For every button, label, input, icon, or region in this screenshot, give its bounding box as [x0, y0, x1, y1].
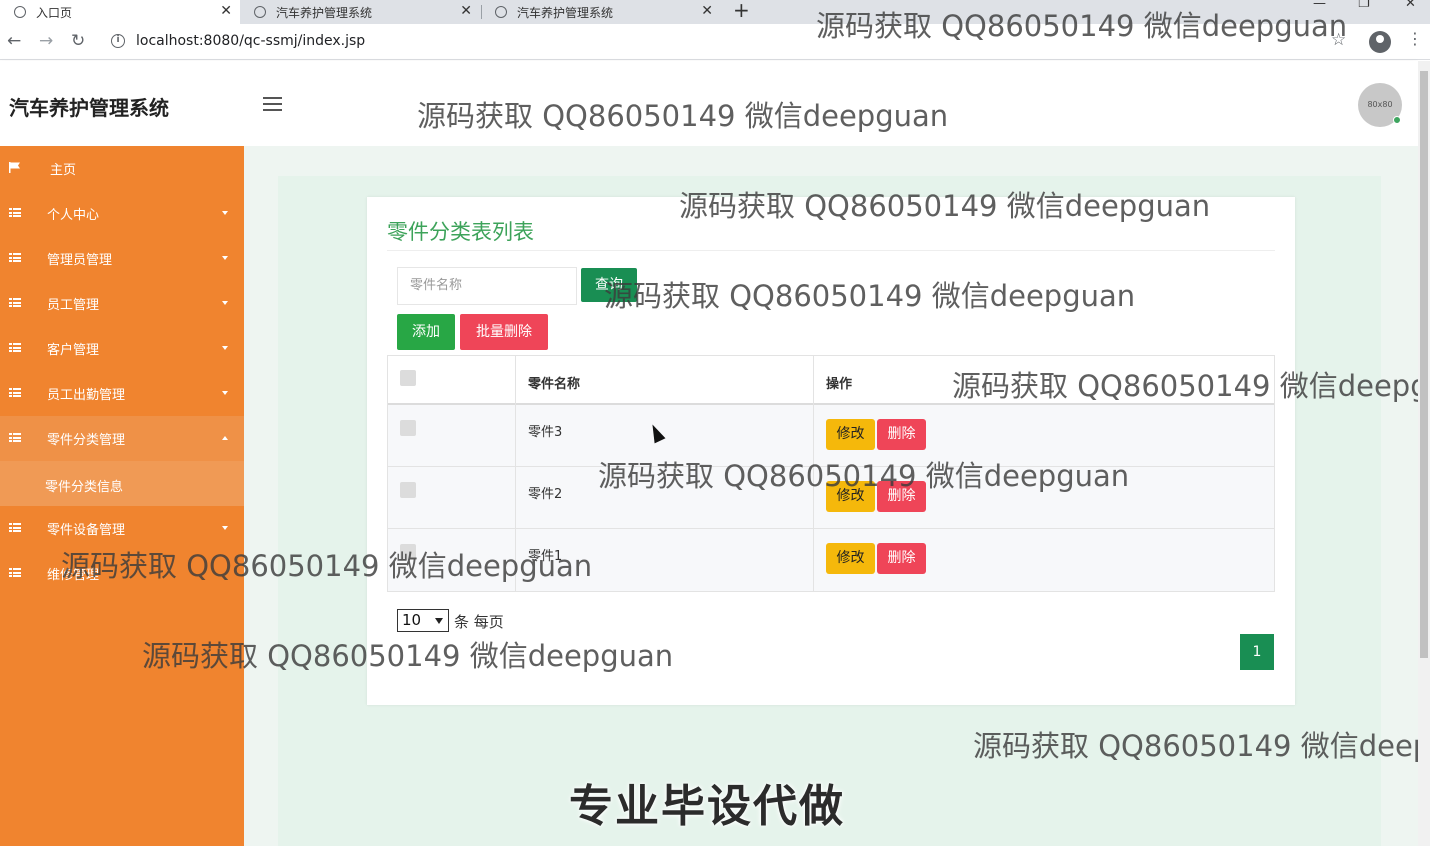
pagination-page-1[interactable]: 1 — [1240, 634, 1274, 670]
close-tab-icon[interactable]: ✕ — [220, 3, 232, 19]
tab-title: 入口页 — [36, 5, 73, 20]
tab-title: 汽车养护管理系统 — [276, 5, 373, 20]
url-field[interactable]: localhost:8080/qc-ssmj/index.jsp — [136, 33, 365, 49]
browser-menu-icon[interactable]: ⋮ — [1407, 29, 1423, 48]
grid-icon — [9, 388, 21, 398]
sidebar-item-profile[interactable]: 个人中心 — [0, 191, 244, 236]
sidebar-item-label: 零件设备管理 — [47, 523, 126, 538]
watermark: 源码获取 QQ86050149 微信deepguan — [417, 99, 949, 133]
sidebar-item-part-categories[interactable]: 零件分类管理 — [0, 416, 244, 461]
reload-icon[interactable]: ↻ — [71, 31, 85, 51]
watermark: 源码获取 QQ86050149 微信deepguan — [679, 189, 1211, 223]
browser-tab-1[interactable]: 入口页 ✕ — [0, 0, 240, 24]
sidebar-item-label: 客户管理 — [47, 343, 100, 358]
back-icon[interactable]: ← — [7, 31, 21, 51]
restore-icon[interactable]: ❐ — [1358, 0, 1370, 11]
sidebar-item-customers[interactable]: 客户管理 — [0, 326, 244, 371]
hamburger-menu-icon[interactable] — [263, 97, 282, 115]
caret-down-icon — [222, 301, 228, 305]
browser-tab-3[interactable]: 汽车养护管理系统 ✕ — [481, 0, 721, 24]
delete-button[interactable]: 删除 — [877, 543, 926, 574]
grid-icon — [9, 523, 21, 533]
page-size-label: 条 每页 — [454, 613, 504, 631]
select-all-checkbox[interactable] — [400, 370, 416, 386]
globe-icon — [495, 6, 507, 18]
banner-watermark: 专业毕设代做 — [569, 781, 845, 832]
watermark: 源码获取 QQ86050149 微信deepguan — [61, 549, 593, 583]
grid-icon — [9, 253, 21, 263]
sidebar-item-label: 主页 — [50, 163, 77, 178]
close-tab-icon[interactable]: ✕ — [701, 3, 713, 19]
sidebar-item-admins[interactable]: 管理员管理 — [0, 236, 244, 281]
watermark: 源码获取 QQ86050149 微信deep — [973, 729, 1430, 763]
caret-down-icon — [222, 346, 228, 350]
grid-icon — [9, 208, 21, 218]
account-icon[interactable] — [1369, 31, 1391, 53]
sidebar-item-label: 员工出勤管理 — [47, 388, 126, 403]
edit-button[interactable]: 修改 — [826, 543, 875, 574]
part-name-cell: 零件2 — [528, 487, 563, 502]
app-title: 汽车养护管理系统 — [9, 96, 169, 120]
row-checkbox[interactable] — [400, 420, 416, 436]
globe-icon — [254, 6, 266, 18]
forward-icon[interactable]: → — [39, 31, 53, 51]
add-button[interactable]: 添加 — [397, 314, 455, 350]
column-header-actions: 操作 — [826, 377, 853, 392]
page-scrollbar[interactable] — [1418, 61, 1430, 846]
tab-title: 汽车养护管理系统 — [517, 5, 614, 20]
divider — [387, 250, 1275, 251]
chevron-down-icon — [435, 618, 443, 624]
watermark: 源码获取 QQ86050149 微信deepguan — [604, 279, 1136, 313]
part-name-search-input[interactable]: 零件名称 — [397, 267, 577, 305]
panel-title: 零件分类表列表 — [387, 220, 534, 244]
online-status-dot — [1393, 116, 1401, 124]
sidebar: 主页 个人中心 管理员管理 员工管理 客户管理 员工出勤管理 零件分类管理 零件… — [0, 146, 244, 846]
sidebar-item-attendance[interactable]: 员工出勤管理 — [0, 371, 244, 416]
grid-icon — [9, 343, 21, 353]
grid-icon — [9, 433, 21, 443]
scrollbar-thumb[interactable] — [1420, 71, 1428, 658]
watermark: 源码获取 QQ86050149 微信deepguan — [142, 639, 674, 673]
sidebar-item-label: 管理员管理 — [47, 253, 113, 268]
grid-icon — [9, 298, 21, 308]
sidebar-item-label: 个人中心 — [47, 208, 100, 223]
bulk-delete-button[interactable]: 批量删除 — [460, 314, 548, 350]
globe-icon — [14, 6, 26, 18]
sidebar-item-label: 员工管理 — [47, 298, 100, 313]
row-checkbox[interactable] — [400, 482, 416, 498]
new-tab-icon[interactable]: + — [733, 0, 750, 22]
edit-button[interactable]: 修改 — [826, 419, 875, 450]
sidebar-item-employees[interactable]: 员工管理 — [0, 281, 244, 326]
caret-down-icon — [222, 391, 228, 395]
sidebar-item-home[interactable]: 主页 — [0, 146, 244, 191]
column-header-part-name: 零件名称 — [528, 377, 581, 392]
close-tab-icon[interactable]: ✕ — [460, 3, 472, 19]
caret-up-icon — [222, 436, 228, 440]
site-info-icon[interactable]: i — [111, 34, 125, 48]
watermark: 源码获取 QQ86050149 微信deepguan — [598, 459, 1130, 493]
part-name-cell: 零件3 — [528, 425, 563, 440]
grid-icon — [9, 568, 21, 578]
sidebar-subitem-part-category-info[interactable]: 零件分类信息 — [0, 461, 244, 506]
watermark: 源码获取 QQ86050149 微信deepg — [952, 369, 1429, 403]
sidebar-item-label: 零件分类管理 — [47, 433, 126, 448]
browser-tab-2[interactable]: 汽车养护管理系统 ✕ — [240, 0, 480, 24]
caret-down-icon — [222, 211, 228, 215]
window-close-icon[interactable]: ✕ — [1405, 0, 1416, 11]
delete-button[interactable]: 删除 — [877, 419, 926, 450]
caret-down-icon — [222, 526, 228, 530]
sidebar-subitem-label: 零件分类信息 — [45, 480, 124, 495]
caret-down-icon — [222, 256, 228, 260]
flag-icon — [9, 162, 20, 173]
watermark: 源码获取 QQ86050149 微信deepguan — [816, 9, 1348, 43]
